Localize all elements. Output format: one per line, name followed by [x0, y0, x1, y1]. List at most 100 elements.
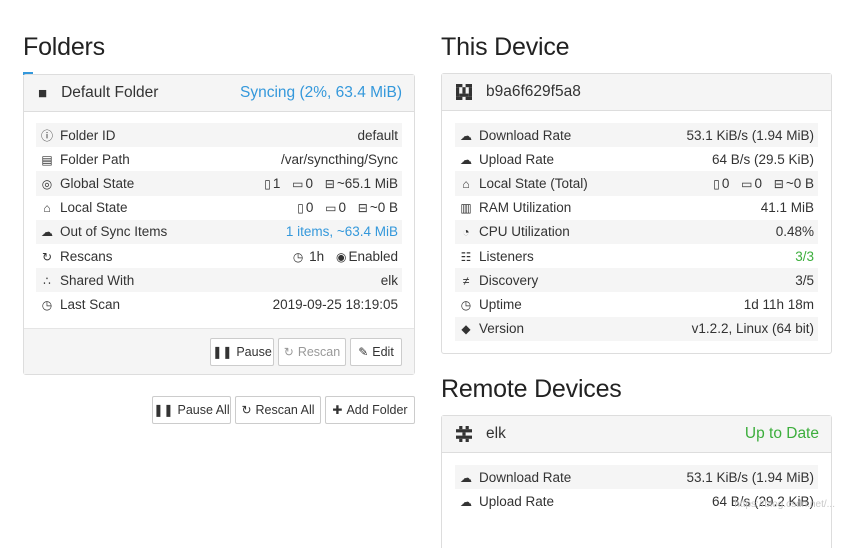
row-label: Discovery — [479, 272, 539, 288]
folder-status: Syncing (2%, 63.4 MiB) — [240, 84, 402, 101]
table-row: ◷ Last Scan 2019-09-25 18:19:05 — [36, 292, 402, 316]
row-label: Shared With — [60, 272, 135, 288]
local-state-value: ▯ 0 ▭ 0 ⊟ ~0 B — [297, 200, 398, 216]
pause-icon: ❚❚ — [212, 345, 233, 359]
remote-devices-title: Remote Devices — [441, 375, 622, 403]
row-label: Download Rate — [479, 127, 572, 143]
table-row: ⌂ Local State (Total) ▯ 0 ▭ 0 ⊟ ~0 B — [455, 171, 818, 196]
hdd-icon: ⊟ — [773, 176, 784, 191]
rescan-all-button[interactable]: ↻ Rescan All — [235, 396, 321, 424]
pause-button[interactable]: ❚❚ Pause — [210, 338, 274, 366]
this-device-title: This Device — [441, 33, 570, 61]
row-label: Local State — [60, 200, 128, 216]
clock-icon: ◷ — [41, 297, 53, 312]
eye-icon: ◉ — [335, 249, 347, 264]
signpost-icon: ≠ — [462, 273, 470, 288]
add-folder-button[interactable]: ✚ Add Folder — [325, 396, 415, 424]
remote-device-header[interactable]: elk Up to Date — [442, 416, 831, 453]
table-row: ▥ RAM Utilization 41.1 MiB — [455, 196, 818, 220]
pause-all-button[interactable]: ❚❚ Pause All — [152, 396, 231, 424]
refresh-icon: ↻ — [283, 345, 294, 359]
folder-outline-icon: ▭ — [292, 176, 304, 191]
rescan-button[interactable]: ↻ Rescan — [278, 338, 346, 366]
table-row: ◎ Global State ▯ 1 ▭ 0 ⊟ ~65.1 MiB — [36, 171, 402, 196]
row-label: CPU Utilization — [479, 224, 570, 240]
row-label: Out of Sync Items — [60, 224, 168, 240]
home-icon: ⌂ — [43, 201, 51, 216]
share-icon: ∴ — [43, 273, 51, 288]
remote-device-status: Up to Date — [744, 425, 819, 442]
row-label: Global State — [60, 175, 135, 191]
cloud-upload-icon: ☁ — [460, 152, 472, 167]
file-icon: ▯ — [713, 176, 720, 191]
remote-device-name: elk — [486, 425, 506, 442]
table-row: ∴ Shared With elk — [36, 268, 402, 293]
shared-with-value: elk — [209, 268, 402, 293]
ram-value: 41.1 MiB — [760, 200, 814, 216]
memory-icon: ▥ — [460, 201, 472, 216]
table-row: ☁ Upload Rate 64 B/s (29.5 KiB) — [455, 147, 818, 171]
hdd-icon: ⊟ — [357, 201, 368, 216]
row-label: Local State (Total) — [479, 175, 588, 191]
listeners-value[interactable]: 3/3 — [637, 244, 818, 268]
this-device-header[interactable]: b9a6f629f5a8 — [442, 74, 831, 111]
upload-rate-value: 64 B/s (29.5 KiB) — [711, 151, 814, 167]
info-icon: ⓘ — [40, 128, 53, 143]
cpu-value: 0.48% — [637, 219, 818, 244]
version-value: v1.2.2, Linux (64 bit) — [637, 316, 818, 341]
global-state-value: ▯ 1 ▭ 0 ⊟ ~65.1 MiB — [209, 171, 402, 196]
folder-outline-icon: ▭ — [741, 176, 753, 191]
table-row: ☁ Out of Sync Items 1 items, ~63.4 MiB — [36, 219, 402, 244]
folder-header[interactable]: ■ Default Folder Syncing (2%, 63.4 MiB) — [24, 75, 414, 112]
rescans-value: ◷ 1h ◉ Enabled — [292, 248, 398, 264]
cloud-download-icon: ☁ — [460, 470, 472, 485]
device-id: b9a6f629f5a8 — [486, 83, 581, 100]
globe-icon: ◎ — [41, 176, 53, 191]
home-icon: ⌂ — [462, 176, 470, 191]
row-label: Folder ID — [60, 127, 116, 143]
folders-title: Folders — [23, 33, 105, 61]
clock-icon: ◷ — [292, 249, 304, 264]
row-label: Listeners — [479, 248, 534, 264]
out-of-sync-link[interactable]: 1 items, ~63.4 MiB — [209, 219, 402, 244]
table-row: ⓘ Folder ID default — [36, 123, 402, 148]
row-label: Folder Path — [60, 151, 130, 167]
sitemap-icon: ☷ — [460, 249, 472, 264]
cloud-icon: ☁ — [41, 225, 53, 240]
local-state-total-value: ▯ 0 ▭ 0 ⊟ ~0 B — [637, 171, 818, 196]
folder-name: Default Folder — [61, 84, 159, 101]
table-row: ▤ Folder Path /var/syncthing/Sync — [36, 147, 402, 171]
last-scan-value: 2019-09-25 18:19:05 — [272, 296, 398, 312]
pause-icon: ❚❚ — [153, 403, 174, 417]
refresh-icon: ↻ — [41, 249, 53, 264]
folder-path-value: /var/syncthing/Sync — [280, 151, 398, 167]
folder-outline-icon: ▭ — [325, 201, 337, 216]
watermark: https://blog.csdn.net/... — [734, 499, 835, 510]
edit-button[interactable]: ✎ Edit — [350, 338, 402, 366]
tag-icon: ◆ — [461, 322, 471, 337]
table-row: ⌂ Local State ▯ 0 ▭ 0 ⊟ ~0 B — [36, 196, 402, 220]
row-label: Uptime — [479, 296, 522, 312]
hdd-icon: ⊟ — [324, 176, 335, 191]
pencil-icon: ✎ — [358, 345, 369, 359]
table-row: ☁ Download Rate 53.1 KiB/s (1.94 MiB) — [455, 465, 818, 490]
plus-icon: ✚ — [332, 403, 343, 417]
table-row: ◔ CPU Utilization 0.48% — [455, 219, 818, 244]
table-row: ≠ Discovery 3/5 — [455, 268, 818, 293]
uptime-value: 1d 11h 18m — [743, 296, 814, 312]
folder-icon: ■ — [38, 84, 48, 102]
cloud-upload-icon: ☁ — [460, 494, 472, 509]
row-label: RAM Utilization — [479, 200, 572, 216]
refresh-icon: ↻ — [241, 403, 252, 417]
folder-panel: ■ Default Folder Syncing (2%, 63.4 MiB) … — [23, 74, 415, 375]
clock-icon: ◷ — [460, 297, 472, 312]
this-device-table: ☁ Download Rate 53.1 KiB/s (1.94 MiB) ☁ Up… — [455, 123, 818, 341]
table-row: ↻ Rescans ◷ 1h ◉ Enabled — [36, 244, 402, 268]
remote-device-panel: elk Up to Date ☁ Download Rate 53.1 KiB/s… — [441, 415, 832, 548]
row-label: Download Rate — [479, 469, 572, 485]
discovery-value[interactable]: 3/5 — [637, 268, 818, 293]
dashboard-icon: ◔ — [462, 225, 470, 240]
identicon-icon — [456, 426, 472, 442]
row-label: Last Scan — [60, 296, 121, 312]
row-label: Upload Rate — [479, 493, 555, 509]
